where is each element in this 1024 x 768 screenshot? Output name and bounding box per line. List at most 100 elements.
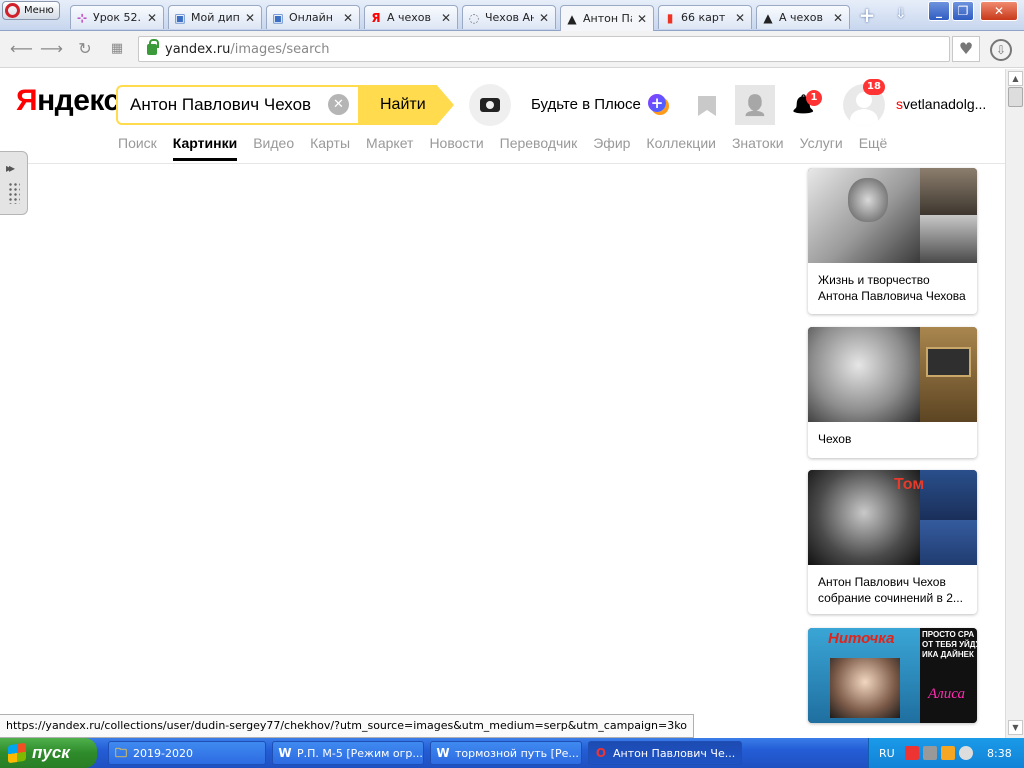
- plus-promo-link[interactable]: Будьте в Плюсе: [531, 96, 641, 113]
- expand-arrows-icon: ▸▸: [6, 161, 15, 175]
- services-nav: Поиск Картинки Видео Карты Маркет Новости Пере…: [118, 135, 903, 161]
- volume-tray-icon[interactable]: [959, 746, 973, 760]
- reload-icon[interactable]: ↻: [74, 39, 96, 59]
- search-button[interactable]: Найти: [358, 85, 454, 125]
- address-field[interactable]: yandex.ru/images/search: [138, 36, 950, 62]
- collection-card-1[interactable]: Жизнь и творчество Антона Павловича Чехо…: [808, 168, 977, 314]
- close-tab-icon[interactable]: ✕: [831, 11, 845, 25]
- collections-bookmark-icon[interactable]: [698, 96, 716, 116]
- grip-dots-icon: [8, 182, 20, 204]
- browser-tab[interactable]: ▣ Мой дип ✕: [168, 5, 262, 29]
- scroll-up-icon[interactable]: ▲: [1008, 71, 1023, 86]
- language-indicator[interactable]: RU: [879, 747, 901, 760]
- collection-title-2: Чехов: [818, 432, 852, 446]
- scroll-down-icon[interactable]: ▼: [1008, 720, 1023, 735]
- back-icon[interactable]: ⟵: [10, 39, 33, 59]
- service-tab[interactable]: Услуги: [800, 135, 843, 159]
- username-link[interactable]: svetlanadolg...: [896, 96, 986, 112]
- task-app-icon: W: [436, 746, 450, 760]
- taskbar-button[interactable]: W Р.П. М-5 [Режим огр...: [272, 741, 424, 765]
- collection-card-4[interactable]: Ниточка ПРОСТО СРА ОТ ТЕБЯ УЙДУ ИКА ДАЙН…: [808, 628, 977, 723]
- sidebar-toggle[interactable]: ▸▸: [0, 151, 28, 215]
- close-tab-icon[interactable]: ✕: [439, 11, 453, 25]
- secure-lock-icon: [147, 38, 159, 55]
- service-tab[interactable]: Картинки: [172, 135, 238, 161]
- close-tab-icon[interactable]: ✕: [635, 12, 649, 26]
- task-app-icon: W: [278, 746, 292, 760]
- collection-title-1: Жизнь и творчество Антона Павловича Чехо…: [818, 273, 966, 303]
- service-tab[interactable]: Карты: [310, 135, 350, 159]
- browser-tab[interactable]: ▲ А чехов ✕: [756, 5, 850, 29]
- tab-label: А чехов: [387, 11, 432, 24]
- clear-search-icon[interactable]: ✕: [328, 94, 349, 115]
- tab-list-button[interactable]: ⇓: [890, 6, 912, 26]
- opera-menu-button[interactable]: Меню: [2, 1, 60, 20]
- url-host: yandex.ru: [165, 41, 231, 57]
- start-button[interactable]: пуск: [0, 738, 97, 768]
- search-input[interactable]: Антон Павлович Чехов: [116, 85, 360, 125]
- minimize-button[interactable]: _: [928, 1, 950, 21]
- yandex-icon: Я: [371, 10, 381, 25]
- service-tab[interactable]: Переводчик: [500, 135, 578, 159]
- bookmark-heart-icon[interactable]: ♥: [952, 36, 980, 62]
- restore-button[interactable]: ❐: [952, 1, 974, 21]
- app-tray-icon[interactable]: [941, 746, 955, 760]
- collection-card-3[interactable]: Том Антон Павлович Чехов собрание сочине…: [808, 470, 977, 614]
- collection-image-1: [808, 168, 977, 263]
- windows-taskbar: пуск 🗀 2019-2020 W Р.П. М-5 [Режим огр... Wт…: [0, 738, 1024, 768]
- service-tab[interactable]: Коллекции: [646, 135, 716, 159]
- service-tab[interactable]: Эфир: [593, 135, 630, 159]
- browser-tab-strip: Меню ⊹ Урок 52. ✕ ▣ Мой дип ✕ ▣ Онлайн ✕ Я А чехов…: [0, 0, 1024, 31]
- url-path: /images/search: [230, 41, 330, 57]
- browser-tab[interactable]: ◌ Чехов Ан ✕: [462, 5, 556, 29]
- close-tab-icon[interactable]: ✕: [341, 11, 355, 25]
- card-image-caption: ПРОСТО СРА ОТ ТЕБЯ УЙДУ ИКА ДАЙНЕК: [922, 630, 977, 659]
- tab-label: Мой дип: [191, 11, 240, 24]
- taskbar-button[interactable]: Wтормозной путь [Ре...: [430, 741, 582, 765]
- antivirus-tray-icon[interactable]: [905, 746, 919, 760]
- znatoki-glyph: 👤: [742, 93, 768, 117]
- close-window-button[interactable]: ✕: [980, 1, 1018, 21]
- service-tab[interactable]: Маркет: [366, 135, 413, 159]
- downloads-icon[interactable]: ⇩: [990, 39, 1012, 61]
- card-overlay-text: Том: [894, 476, 925, 493]
- browser-tab[interactable]: ⊹ Урок 52. ✕: [70, 5, 164, 29]
- task-app-icon: 🗀: [114, 746, 127, 760]
- browser-tab[interactable]: ▣ Онлайн ✕: [266, 5, 360, 29]
- plus-icon[interactable]: +: [648, 94, 666, 112]
- browser-tab[interactable]: Я А чехов ✕: [364, 5, 458, 29]
- start-label: пуск: [32, 743, 70, 762]
- taskbar-button[interactable]: O Антон Павлович Че...: [588, 741, 742, 765]
- znatoki-icon[interactable]: 👤: [735, 85, 775, 125]
- service-tab[interactable]: Новости: [429, 135, 483, 159]
- browser-tab[interactable]: ▲ Антон Па ✕: [560, 5, 654, 31]
- forward-icon[interactable]: ⟶: [40, 39, 63, 59]
- speed-dial-icon[interactable]: ▦: [106, 39, 128, 59]
- loading-icon: ◌: [468, 10, 480, 25]
- yandex-images-icon: ▲: [567, 11, 577, 26]
- taskbar-button[interactable]: 🗀 2019-2020: [108, 741, 266, 765]
- new-tab-button[interactable]: +: [856, 5, 878, 26]
- service-tab[interactable]: Поиск: [118, 135, 157, 159]
- network-tray-icon[interactable]: [923, 746, 937, 760]
- browser-tab[interactable]: ▮ 66 карт ✕: [658, 5, 752, 29]
- image-search-button[interactable]: [469, 84, 511, 126]
- address-toolbar: ⟵ ⟶ ↻ ▦ yandex.ru/images/search ♥ ⇩: [0, 31, 1024, 68]
- collection-card-2[interactable]: Чехов: [808, 327, 977, 458]
- notifications-count-badge: 1: [806, 90, 822, 106]
- scroll-thumb[interactable]: [1008, 87, 1023, 107]
- service-tab[interactable]: Ещё: [859, 135, 888, 159]
- close-tab-icon[interactable]: ✕: [145, 11, 159, 25]
- service-tab[interactable]: Видео: [253, 135, 294, 159]
- service-tab[interactable]: Знатоки: [732, 135, 784, 159]
- link-status-bar: https://yandex.ru/collections/user/dudin…: [0, 714, 694, 738]
- opera-menu-label: Меню: [24, 5, 54, 16]
- page-scrollbar[interactable]: ▲ ▼: [1005, 69, 1024, 739]
- yandex-logo[interactable]: Яндекс: [16, 84, 120, 118]
- task-app-icon: O: [595, 746, 607, 760]
- logo-first-letter: Я: [16, 84, 38, 117]
- close-tab-icon[interactable]: ✕: [243, 11, 257, 25]
- close-tab-icon[interactable]: ✕: [537, 11, 551, 25]
- page-icon: ▣: [272, 10, 284, 25]
- close-tab-icon[interactable]: ✕: [733, 11, 747, 25]
